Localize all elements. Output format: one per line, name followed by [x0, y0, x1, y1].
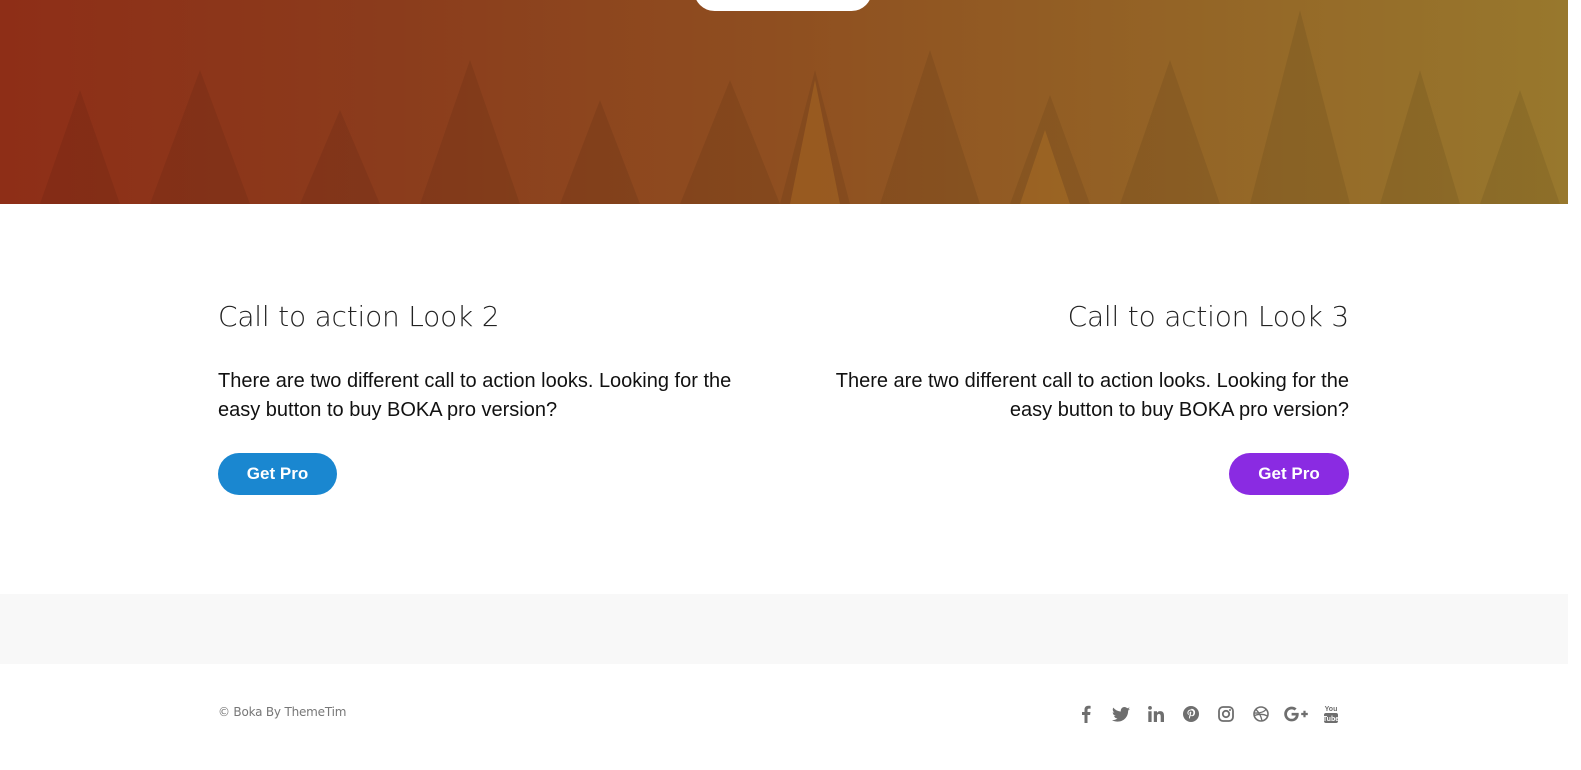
youtube-icon[interactable]: You Tube: [1313, 702, 1348, 726]
copyright-text: © Boka By ThemeTim: [218, 705, 347, 719]
footer: © Boka By ThemeTim You Tube: [0, 664, 1568, 770]
cta-look-2-text: There are two different call to action l…: [218, 370, 732, 421]
instagram-icon[interactable]: [1208, 702, 1243, 726]
cta-look-3-title: Call to action Look 3: [1067, 300, 1350, 333]
get-pro-button-blue[interactable]: Get Pro: [218, 453, 337, 495]
linkedin-icon[interactable]: [1138, 702, 1173, 726]
get-pro-button-purple[interactable]: Get Pro: [1229, 453, 1349, 495]
facebook-icon[interactable]: [1068, 702, 1103, 726]
youtube-icon-text-tube: Tube: [1323, 716, 1339, 723]
page: Call to action Look 2 There are two diff…: [0, 0, 1581, 770]
dribbble-icon[interactable]: [1243, 702, 1278, 726]
hero-button-partial[interactable]: [694, 0, 872, 11]
footer-top-band: [0, 594, 1568, 664]
social-links: You Tube: [1068, 702, 1348, 726]
youtube-icon-text: You: [1324, 706, 1337, 713]
cta-look-2-title: Call to action Look 2: [218, 300, 500, 333]
call-to-action-section: Call to action Look 2 There are two diff…: [218, 204, 1349, 594]
pinterest-icon[interactable]: [1173, 702, 1208, 726]
forest-background: [40, 10, 1560, 204]
cta-look-3-text: There are two different call to action l…: [835, 370, 1349, 421]
hero-banner: [0, 0, 1568, 204]
twitter-icon[interactable]: [1103, 702, 1138, 726]
google-plus-icon[interactable]: [1278, 702, 1313, 726]
